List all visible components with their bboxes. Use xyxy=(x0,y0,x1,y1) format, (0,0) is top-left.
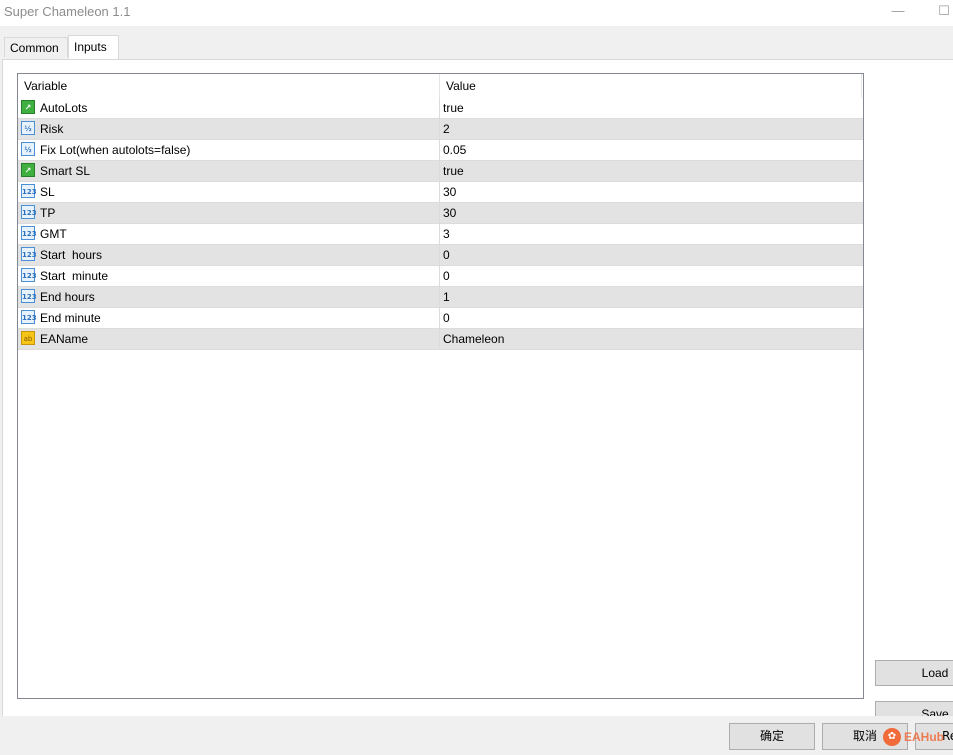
double-icon: ½ xyxy=(21,142,35,156)
table-row[interactable]: ½ Risk 2 xyxy=(18,119,863,140)
int-icon: 123 xyxy=(21,247,37,261)
load-button[interactable]: Load xyxy=(875,660,953,686)
table-row[interactable]: 123 Start hours 0 xyxy=(18,245,863,266)
int-icon: 123 xyxy=(21,268,37,282)
table-row[interactable]: ↗ Smart SL true xyxy=(18,161,863,182)
cell-divider xyxy=(439,140,440,160)
grid-rows: ↗ AutoLots true ½ Risk 2 ½ Fix Lot(when autolot… xyxy=(18,98,863,350)
eahub-logo-icon: ✿ xyxy=(883,728,901,746)
eahub-watermark: ✿ EAHub xyxy=(883,728,944,746)
cell-divider xyxy=(439,161,440,181)
variable-value[interactable]: true xyxy=(443,161,464,181)
variable-value[interactable]: 0 xyxy=(443,266,450,286)
table-row[interactable]: ½ Fix Lot(when autolots=false) 0.05 xyxy=(18,140,863,161)
string-icon: ab xyxy=(21,331,35,345)
table-row[interactable]: ↗ AutoLots true xyxy=(18,98,863,119)
variable-name: Start hours xyxy=(40,248,103,262)
column-header-variable[interactable]: Variable xyxy=(24,74,67,98)
table-row[interactable]: ab EAName Chameleon xyxy=(18,329,863,350)
variable-name: Start minute xyxy=(40,269,109,283)
cell-divider xyxy=(439,287,440,307)
variable-value[interactable]: 30 xyxy=(443,182,456,202)
variable-value[interactable]: 0.05 xyxy=(443,140,466,160)
table-row[interactable]: 123 GMT 3 xyxy=(18,224,863,245)
watermark-text: EAHub xyxy=(904,730,944,744)
variable-name: GMT xyxy=(40,227,67,241)
table-row[interactable]: 123 End minute 0 xyxy=(18,308,863,329)
int-icon: 123 xyxy=(21,310,37,324)
variable-name: Smart SL xyxy=(40,164,91,178)
variable-value[interactable]: 2 xyxy=(443,119,450,139)
table-row[interactable]: 123 TP 30 xyxy=(18,203,863,224)
ok-button[interactable]: 确定 xyxy=(729,723,815,750)
variable-value[interactable]: Chameleon xyxy=(443,329,504,349)
cell-divider xyxy=(439,98,440,118)
variable-name: TP xyxy=(40,206,56,220)
variable-name: EAName xyxy=(40,332,89,346)
int-icon: 123 xyxy=(21,184,37,198)
variable-name: Risk xyxy=(40,122,64,136)
table-row[interactable]: 123 End hours 1 xyxy=(18,287,863,308)
column-header-value[interactable]: Value xyxy=(446,74,476,98)
int-icon: 123 xyxy=(21,289,37,303)
variable-value[interactable]: 30 xyxy=(443,203,456,223)
cell-divider xyxy=(439,182,440,202)
inputs-grid: Variable Value ↗ AutoLots true ½ Risk 2 ½ Fix L… xyxy=(17,73,864,699)
tab-inputs[interactable]: Inputs xyxy=(68,35,119,59)
minimize-button[interactable]: — xyxy=(890,3,906,18)
int-icon: 123 xyxy=(21,205,37,219)
cell-divider xyxy=(439,224,440,244)
variable-value[interactable]: true xyxy=(443,98,464,118)
column-divider[interactable] xyxy=(439,74,440,98)
variable-name: End minute xyxy=(40,311,101,325)
variable-name: SL xyxy=(40,185,55,199)
tab-common[interactable]: Common xyxy=(4,37,68,57)
dialog-footer: 确定 取消 Re xyxy=(0,716,953,755)
grid-header: Variable Value xyxy=(18,74,863,98)
table-row[interactable]: 123 SL 30 xyxy=(18,182,863,203)
cell-divider xyxy=(439,119,440,139)
cell-divider xyxy=(439,308,440,328)
window-title: Super Chameleon 1.1 xyxy=(4,4,131,19)
variable-name: AutoLots xyxy=(40,101,88,115)
cell-divider xyxy=(439,266,440,286)
variable-name: Fix Lot(when autolots=false) xyxy=(40,143,191,157)
inputs-panel: Variable Value ↗ AutoLots true ½ Risk 2 ½ Fix L… xyxy=(2,59,953,727)
variable-value[interactable]: 0 xyxy=(443,245,450,265)
bool-icon: ↗ xyxy=(21,163,35,177)
variable-value[interactable]: 3 xyxy=(443,224,450,244)
int-icon: 123 xyxy=(21,226,37,240)
table-row[interactable]: 123 Start minute 0 xyxy=(18,266,863,287)
maximize-button[interactable]: ☐ xyxy=(936,3,952,19)
title-bar: Super Chameleon 1.1 — ☐ xyxy=(0,0,953,26)
column-divider[interactable] xyxy=(861,74,862,98)
dialog-client: Common Inputs Variable Value ↗ AutoLots tr… xyxy=(0,26,953,727)
variable-name: End hours xyxy=(40,290,95,304)
bool-icon: ↗ xyxy=(21,100,35,114)
double-icon: ½ xyxy=(21,121,35,135)
cell-divider xyxy=(439,329,440,349)
cell-divider xyxy=(439,245,440,265)
cell-divider xyxy=(439,203,440,223)
variable-value[interactable]: 1 xyxy=(443,287,450,307)
variable-value[interactable]: 0 xyxy=(443,308,450,328)
